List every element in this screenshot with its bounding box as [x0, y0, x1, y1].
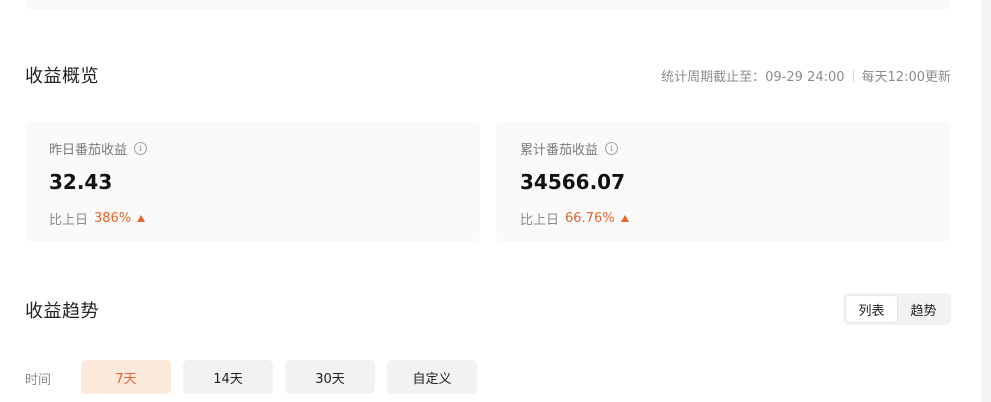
stat-value: 32.43	[49, 170, 113, 194]
divider	[852, 69, 854, 82]
change-percent: 386%	[94, 211, 132, 226]
range-7-days-button[interactable]: 7天	[81, 360, 171, 394]
view-trend-button[interactable]: 趋势	[898, 295, 949, 323]
triangle-up-icon	[137, 214, 146, 222]
range-30-days-button[interactable]: 30天	[285, 360, 375, 394]
compare-label: 比上日	[49, 213, 89, 228]
yesterday-earnings-card: 昨日番茄收益 i 32.43 比上日 386%	[25, 122, 480, 242]
triangle-up-icon	[620, 214, 629, 222]
previous-section-card	[25, 0, 951, 10]
period-info: 统计周期截止至：09-29 24:00 每天12:00更新	[661, 66, 951, 85]
stat-label-text: 累计番茄收益	[520, 143, 599, 158]
range-custom-button[interactable]: 自定义	[387, 360, 477, 394]
earnings-page: 收益概览 统计周期截止至：09-29 24:00 每天12:00更新 昨日番茄收…	[0, 0, 991, 402]
stat-value: 34566.07	[520, 170, 626, 194]
info-circle-icon[interactable]: i	[134, 142, 148, 155]
scrollbar-track[interactable]	[981, 0, 991, 402]
stat-label-text: 昨日番茄收益	[49, 143, 128, 158]
stat-label: 累计番茄收益 i	[520, 139, 619, 158]
trend-title: 收益趋势	[25, 301, 99, 322]
time-label: 时间	[25, 373, 52, 388]
stat-compare: 比上日 66.76%	[520, 209, 629, 228]
stat-compare: 比上日 386%	[49, 209, 146, 228]
total-earnings-card: 累计番茄收益 i 34566.07 比上日 66.76%	[496, 122, 951, 242]
update-note-text: 每天12:00更新	[861, 70, 951, 85]
overview-title: 收益概览	[25, 66, 99, 87]
view-list-button[interactable]: 列表	[845, 295, 898, 323]
stat-label: 昨日番茄收益 i	[49, 139, 148, 158]
compare-label: 比上日	[520, 213, 560, 228]
info-circle-icon[interactable]: i	[605, 142, 619, 155]
period-cutoff-text: 统计周期截止至：09-29 24:00	[661, 70, 845, 85]
view-toggle: 列表 趋势	[843, 293, 951, 325]
change-percent: 66.76%	[565, 211, 615, 226]
range-14-days-button[interactable]: 14天	[183, 360, 273, 394]
